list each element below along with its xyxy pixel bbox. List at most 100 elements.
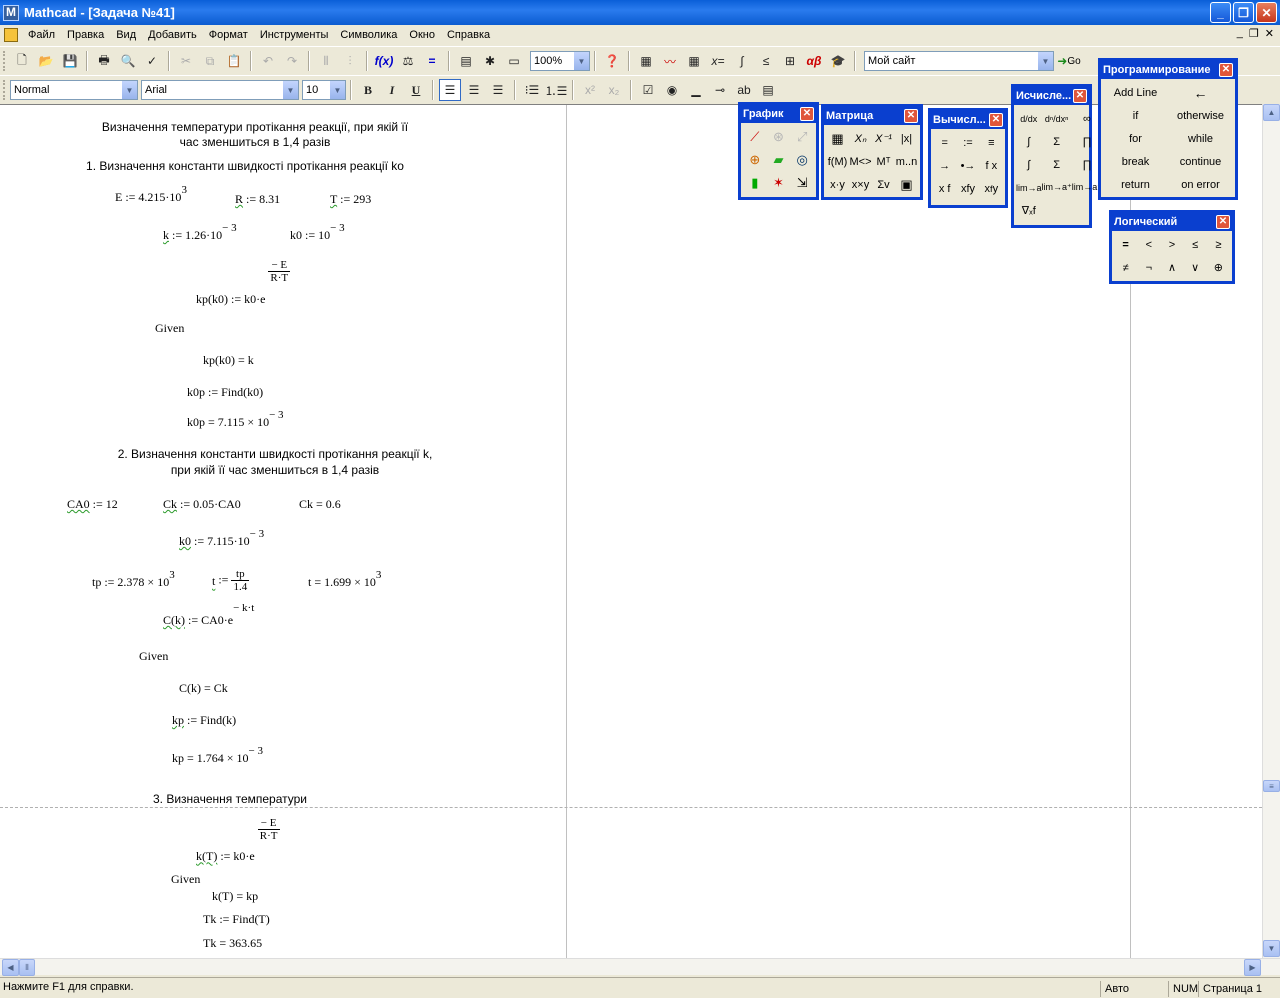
continue-button[interactable]: continue [1168,150,1233,173]
align-center-icon[interactable]: ☰ [463,79,485,101]
symbolic-palette-icon[interactable]: 🎓 [827,50,849,72]
k0-definition[interactable]: k0 := 10− 3 [290,222,345,243]
k0-redefinition[interactable]: k0 := 7.115·10− 3 [179,528,264,549]
chevron-down-icon[interactable]: ▼ [573,52,589,70]
given-keyword-1[interactable]: Given [155,321,184,336]
add-line-button[interactable]: Add Line [1103,81,1168,104]
minimize-button[interactable]: _ [1210,2,1231,23]
close-icon[interactable]: ✕ [1216,215,1230,229]
limit-icon[interactable]: lim→a [1016,176,1042,199]
listbox-control-icon[interactable]: ▤ [757,79,779,101]
for-button[interactable]: for [1103,127,1168,150]
contour-plot-icon[interactable]: ◎ [790,148,814,171]
summation-icon[interactable]: Σ [1042,130,1072,153]
Ck-result[interactable]: Ck = 0.6 [299,497,341,512]
kp-function-definition[interactable]: kp(k0) := k0·e − E R·T [196,259,291,306]
column-icon[interactable]: M<> [849,150,872,173]
break-button[interactable]: break [1103,150,1168,173]
insert-function-icon[interactable]: f(x) [373,50,395,72]
doc-close-button[interactable]: ✕ [1265,27,1274,40]
less-than-button[interactable]: < [1137,233,1160,256]
numbering-icon[interactable]: ⒈☰ [545,79,568,101]
open-icon[interactable]: 📂 [35,50,57,72]
C-function-definition[interactable]: C(k) := CA0·e− k·t [163,602,254,628]
radio-control-icon[interactable]: ◉ [661,79,683,101]
subscript-icon[interactable]: Xₙ [849,127,872,150]
scroll-left-icon[interactable]: ◀ [2,959,19,976]
definition-icon[interactable]: := [956,131,979,154]
range-sum-icon[interactable]: Σ [1042,153,1072,176]
push-button-control-icon[interactable]: ▁ [685,79,707,101]
dot-product-icon[interactable]: x·y [826,173,849,196]
insert-region-icon[interactable]: ▭ [503,50,525,72]
vectorize-icon[interactable]: f(M) [826,150,849,173]
close-icon[interactable]: ✕ [1219,63,1233,77]
horizontal-scrollbar[interactable]: ◀ ⦀ ▶ [0,958,1280,976]
cross-product-icon[interactable]: x×y [849,173,872,196]
insert-unit-icon[interactable]: ⚖ [397,50,419,72]
given-keyword-3[interactable]: Given [171,872,200,887]
return-button[interactable]: return [1103,173,1168,196]
logical-palette[interactable]: Логический ✕ = < > ≤ ≥ ≠ ¬ ∧ ∨ ⊕ [1109,210,1235,284]
evaluation-palette[interactable]: Вычисл... ✕ = := ≡ → •→ f x x f xfy xfy [928,108,1008,208]
menu-file[interactable]: Файл [22,25,61,45]
scatter-plot-icon[interactable]: ✶ [767,171,791,194]
help-icon[interactable]: ❓ [601,50,623,72]
programming-palette-icon[interactable]: ⊞ [779,50,801,72]
k0p-find[interactable]: k0p := Find(k0) [187,385,263,400]
menu-format[interactable]: Формат [203,25,254,45]
symbolic-keyword-icon[interactable]: •→ [956,154,979,177]
inverse-icon[interactable]: X⁻¹ [872,127,895,150]
not-equal-button[interactable]: ≠ [1114,256,1137,279]
italic-button[interactable]: I [381,79,403,101]
redo-icon[interactable]: ↷ [281,50,303,72]
matrix-palette-icon[interactable]: ▦ [683,50,705,72]
zoom-select[interactable]: 100% ▼ [530,51,590,71]
menu-window[interactable]: Окно [403,25,441,45]
doc-minimize-button[interactable]: _ [1237,27,1243,40]
t-result[interactable]: t = 1.699 × 103 [308,569,381,590]
scroll-right-icon[interactable]: ▶ [1244,959,1261,976]
and-button[interactable]: ∧ [1160,256,1183,279]
copy-icon[interactable]: ⧉ [199,50,221,72]
while-button[interactable]: while [1168,127,1233,150]
graph-palette[interactable]: График ✕ ⟋ ⊛ ⤢ ⊕ ▰ ◎ ▮ ✶ ⇲ [738,102,819,200]
hscroll-thumb[interactable]: ⦀ [19,959,35,976]
C-constraint[interactable]: C(k) = Ck [179,681,228,696]
kT-function-definition[interactable]: k(T) := k0·e − E R·T [196,817,280,863]
calculus-palette-icon[interactable]: ∫ [731,50,753,72]
indefinite-integral-icon[interactable]: ∫ [1016,153,1042,176]
doc-restore-button[interactable]: ❐ [1249,27,1259,40]
scroll-down-icon[interactable]: ▼ [1263,940,1280,957]
cut-icon[interactable]: ✂ [175,50,197,72]
boolean-equals-button[interactable]: = [1114,233,1137,256]
boolean-palette-icon[interactable]: ≤ [755,50,777,72]
not-button[interactable]: ¬ [1137,256,1160,279]
close-icon[interactable]: ✕ [1073,89,1087,103]
prefix-operator-icon[interactable]: f x [980,154,1003,177]
print-preview-icon[interactable]: 🔍 [117,50,139,72]
chevron-down-icon[interactable]: ▼ [282,81,298,99]
evaluation-palette-icon[interactable]: x= [707,50,729,72]
or-button[interactable]: ∨ [1184,256,1207,279]
postfix-operator-icon[interactable]: x f [933,177,956,200]
underline-button[interactable]: U [405,79,427,101]
chevron-down-icon[interactable]: ▼ [1037,52,1053,70]
superscript-icon[interactable]: x² [579,79,601,101]
polar-graph-icon[interactable]: ⊕ [743,148,767,171]
Tk-find[interactable]: Tk := Find(T) [203,912,270,927]
menu-edit[interactable]: Правка [61,25,110,45]
insert-component-icon[interactable]: ▤ [455,50,477,72]
bar-plot-icon[interactable]: ▮ [743,171,767,194]
on-error-button[interactable]: on error [1168,173,1233,196]
Tk-result[interactable]: Tk = 363.65 [203,936,262,951]
programming-palette[interactable]: Программирование ✕ Add Line ← if otherwis… [1098,58,1238,200]
scroll-thumb[interactable]: ≡ [1263,780,1280,792]
tp-definition[interactable]: tp := 2.378 × 103 [92,569,175,590]
undo-icon[interactable]: ↶ [257,50,279,72]
symbolic-eval-icon[interactable]: → [933,154,956,177]
polar-plot-icon[interactable]: ⊛ [767,125,791,148]
greek-palette-icon[interactable]: αβ [803,50,825,72]
maximize-button[interactable]: ❐ [1233,2,1254,23]
paste-icon[interactable]: 📋 [223,50,245,72]
